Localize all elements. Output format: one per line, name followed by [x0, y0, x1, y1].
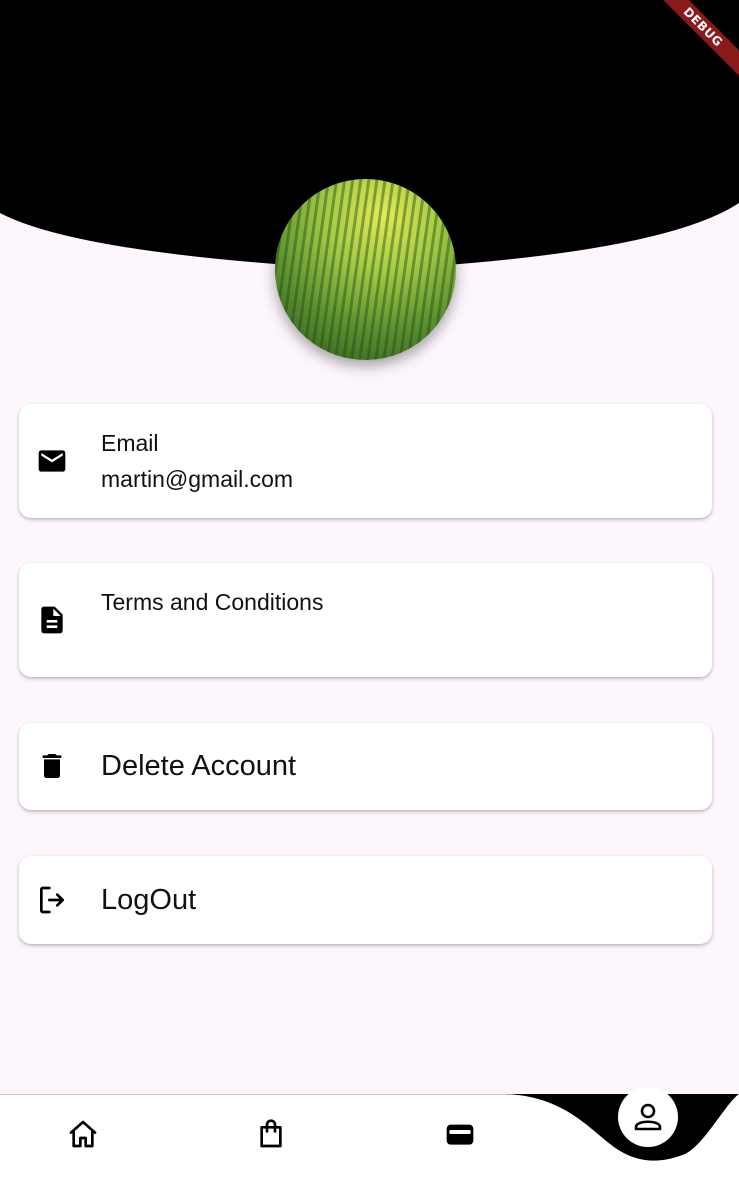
logout-label: LogOut	[101, 884, 197, 916]
email-label: Email	[101, 430, 159, 456]
trash-icon	[42, 754, 62, 778]
wallet-icon[interactable]	[444, 1118, 476, 1150]
profile-avatar[interactable]	[275, 179, 456, 360]
mail-icon	[38, 450, 66, 472]
terms-label: Terms and Conditions	[101, 589, 324, 615]
document-icon	[41, 606, 63, 634]
debug-label: DEBUG	[649, 0, 739, 83]
logout-card[interactable]: LogOut	[19, 856, 712, 944]
avatar-image	[275, 179, 456, 360]
home-icon[interactable]	[67, 1118, 99, 1150]
terms-card[interactable]: Terms and Conditions	[19, 563, 712, 677]
logout-icon	[40, 886, 64, 914]
profile-nav-button[interactable]	[618, 1087, 678, 1147]
shopping-bag-icon[interactable]	[255, 1118, 287, 1150]
debug-banner: DEBUG	[649, 0, 739, 90]
email-value: martin@gmail.com	[101, 466, 294, 492]
delete-account-label: Delete Account	[101, 750, 297, 782]
delete-account-card[interactable]: Delete Account	[19, 723, 712, 810]
email-card[interactable]: Email martin@gmail.com	[19, 404, 712, 518]
person-icon	[634, 1103, 662, 1131]
